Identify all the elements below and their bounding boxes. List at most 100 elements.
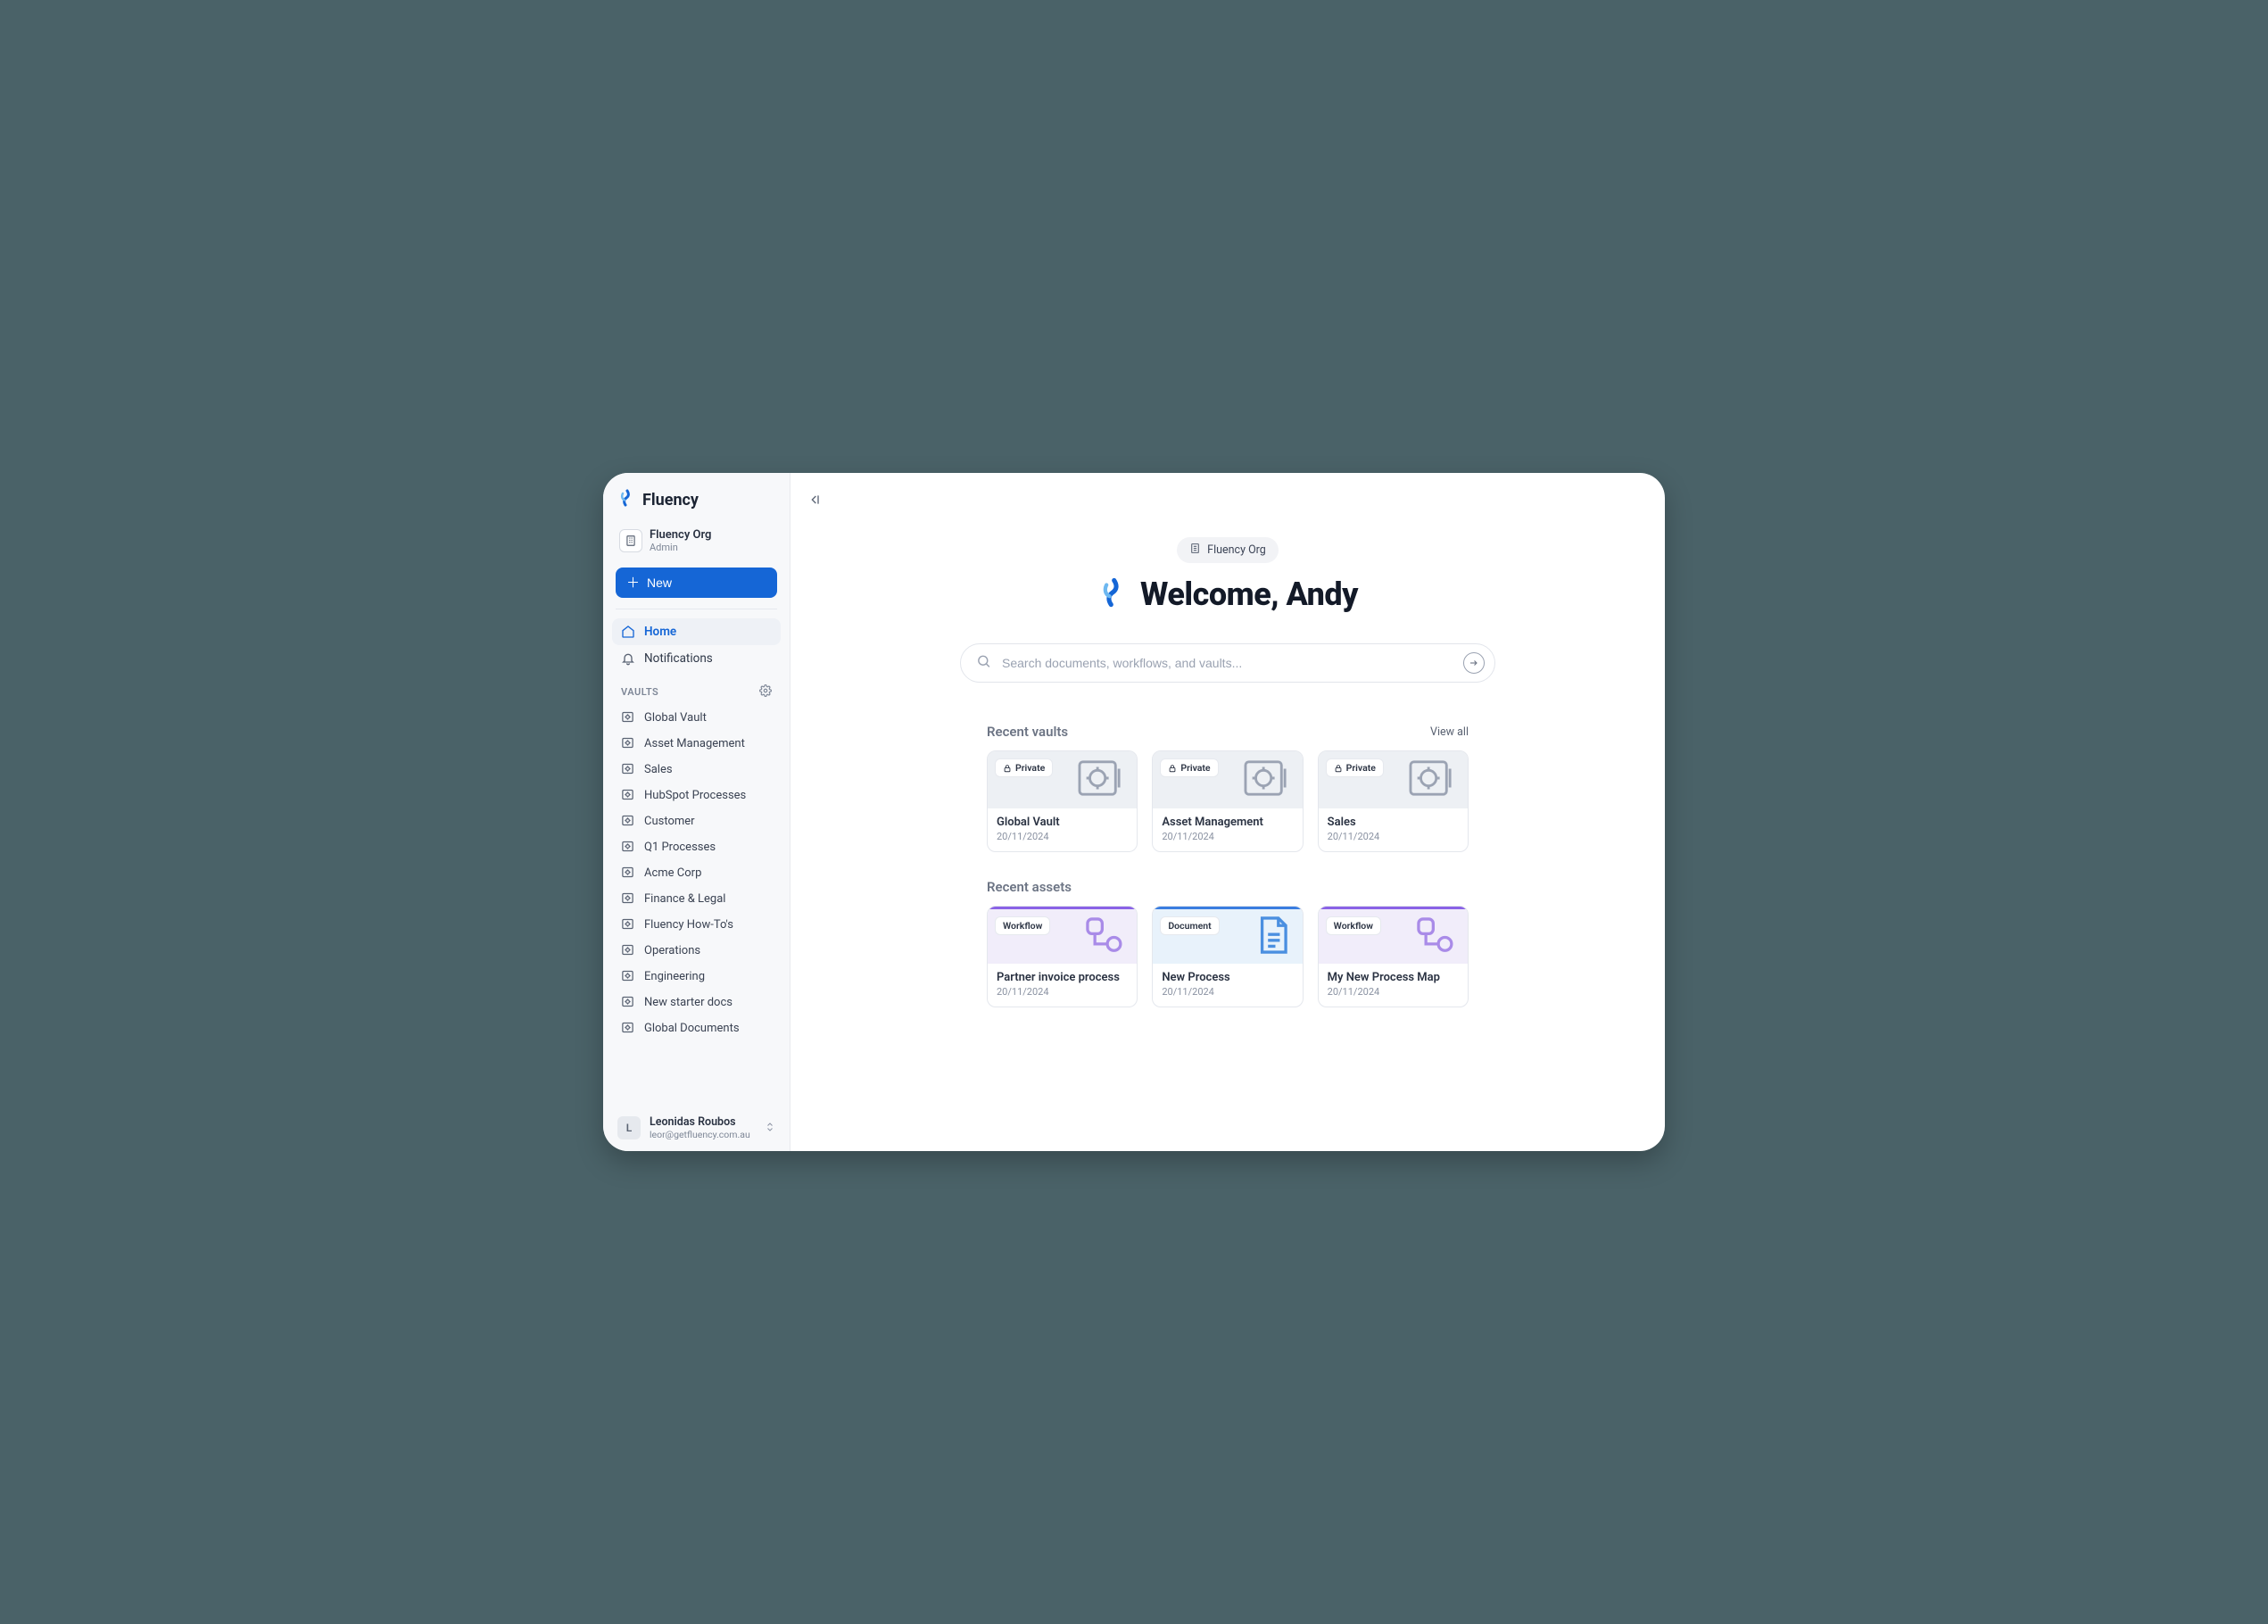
document-art-icon	[1254, 914, 1292, 960]
card-date: 20/11/2024	[1328, 831, 1459, 842]
avatar: L	[617, 1116, 641, 1139]
workflow-card[interactable]: Workflow My New Process Map 20/11/2024	[1318, 906, 1469, 1007]
recent-vaults-title: Recent vaults	[987, 724, 1068, 740]
sidebar: Fluency Fluency Org Admin ＋ New	[603, 473, 790, 1151]
app-frame: Fluency Fluency Org Admin ＋ New	[603, 473, 1665, 1151]
brand: Fluency	[612, 489, 781, 523]
card-title: New Process	[1162, 971, 1293, 984]
vault-card[interactable]: PrivateGlobal Vault20/11/2024	[987, 750, 1138, 852]
sidebar-vault-item[interactable]: New starter docs	[612, 990, 781, 1015]
main-content: Fluency Org Welcome, Andy	[790, 473, 1665, 1151]
vault-item-label: Finance & Legal	[644, 892, 725, 906]
vault-art-icon	[1405, 757, 1457, 803]
recent-assets-title: Recent assets	[987, 879, 1072, 895]
vault-icon	[621, 1021, 635, 1035]
vault-icon	[621, 866, 635, 880]
card-date: 20/11/2024	[1328, 986, 1459, 998]
vault-card[interactable]: Private Sales 20/11/2024	[1318, 750, 1469, 852]
card-date: 20/11/2024	[997, 986, 1128, 998]
user-menu[interactable]: L Leonidas Roubos leor@getfluency.com.au	[612, 1108, 781, 1140]
vault-icon	[621, 917, 635, 932]
vault-item-label: Global Vault	[644, 711, 707, 725]
fluency-logo-icon	[617, 489, 635, 510]
vault-art-icon	[1240, 757, 1292, 803]
workflow-art-icon	[1412, 915, 1457, 959]
sidebar-vault-item[interactable]: Sales	[612, 757, 781, 782]
vault-card[interactable]: PrivateAsset Management20/11/2024	[1152, 750, 1303, 852]
sidebar-vault-item[interactable]: Q1 Processes	[612, 834, 781, 859]
workflow-card[interactable]: Workflow Partner invoice process 20/11/202…	[987, 906, 1138, 1007]
type-badge: Workflow	[995, 916, 1050, 935]
vault-icon	[621, 969, 635, 983]
bell-icon	[621, 651, 635, 666]
building-icon	[1189, 543, 1201, 558]
search-input[interactable]	[960, 643, 1495, 683]
sidebar-vault-item[interactable]: Global Documents	[612, 1015, 781, 1040]
building-icon	[619, 529, 642, 552]
sidebar-vault-item[interactable]: Fluency How-To's	[612, 912, 781, 937]
vault-art-icon	[1074, 757, 1126, 803]
plus-icon: ＋	[626, 576, 640, 590]
private-badge: Private	[995, 758, 1053, 777]
user-name: Leonidas Roubos	[650, 1115, 750, 1129]
sidebar-vault-item[interactable]: Customer	[612, 808, 781, 833]
sidebar-vault-item[interactable]: Finance & Legal	[612, 886, 781, 911]
private-badge: Private	[1160, 758, 1218, 777]
vault-item-label: Q1 Processes	[644, 841, 716, 854]
sidebar-vault-item[interactable]: Operations	[612, 938, 781, 963]
user-email: leor@getfluency.com.au	[650, 1129, 750, 1140]
new-button[interactable]: ＋ New	[616, 568, 777, 598]
fluency-logo-icon	[1097, 577, 1128, 611]
sidebar-vault-item[interactable]: Acme Corp	[612, 860, 781, 885]
view-all-link[interactable]: View all	[1430, 725, 1469, 739]
org-pill[interactable]: Fluency Org	[1177, 537, 1279, 563]
type-badge: Document	[1160, 916, 1219, 935]
vault-icon	[621, 814, 635, 828]
vault-item-label: Customer	[644, 815, 695, 828]
welcome-heading: Welcome, Andy	[1140, 576, 1358, 613]
nav-home-label: Home	[644, 625, 676, 639]
card-date: 20/11/2024	[1162, 986, 1293, 998]
card-title: Partner invoice process	[997, 971, 1128, 984]
vault-icon	[621, 762, 635, 776]
private-badge: Private	[1326, 758, 1384, 777]
hero: Fluency Org Welcome, Andy	[817, 537, 1638, 683]
recent-vaults-row: PrivateGlobal Vault20/11/2024PrivateAsse…	[987, 750, 1469, 852]
vault-icon	[621, 995, 635, 1009]
vault-icon	[621, 840, 635, 854]
vault-item-label: Acme Corp	[644, 866, 701, 880]
org-pill-label: Fluency Org	[1207, 543, 1266, 557]
nav-home[interactable]: Home	[612, 618, 781, 645]
sidebar-vault-item[interactable]: Global Vault	[612, 705, 781, 730]
sidebar-vault-item[interactable]: Asset Management	[612, 731, 781, 756]
vault-icon	[621, 891, 635, 906]
sidebar-vault-item[interactable]: Engineering	[612, 964, 781, 989]
vault-icon	[621, 736, 635, 750]
nav-notifications-label: Notifications	[644, 651, 713, 666]
sidebar-vault-item[interactable]: HubSpot Processes	[612, 783, 781, 808]
recent-assets-row: Workflow Partner invoice process 20/11/202…	[987, 906, 1469, 1007]
workflow-art-icon	[1081, 915, 1126, 959]
card-title: Asset Management	[1162, 816, 1293, 829]
card-date: 20/11/2024	[997, 831, 1128, 842]
vaults-section-header: VAULTS	[612, 672, 781, 705]
vault-icon	[621, 710, 635, 725]
collapse-sidebar-icon[interactable]	[808, 493, 824, 510]
org-switcher[interactable]: Fluency Org Admin	[612, 523, 781, 559]
content-area: Recent vaults View all PrivateGlobal Vau…	[987, 724, 1469, 1034]
vault-item-label: Asset Management	[644, 737, 745, 750]
nav-notifications[interactable]: Notifications	[612, 645, 781, 672]
search-submit-button[interactable]	[1463, 652, 1485, 674]
card-title: My New Process Map	[1328, 971, 1459, 984]
vault-icon	[621, 943, 635, 957]
document-card[interactable]: Document New Process 20/11/2024	[1152, 906, 1303, 1007]
gear-icon[interactable]	[759, 684, 772, 700]
search	[960, 643, 1495, 683]
home-icon	[621, 625, 635, 639]
brand-name: Fluency	[642, 491, 699, 510]
type-badge: Workflow	[1326, 916, 1381, 935]
card-title: Sales	[1328, 816, 1459, 829]
vault-item-label: Sales	[644, 763, 673, 776]
vault-item-label: HubSpot Processes	[644, 789, 746, 802]
vaults-section-label: VAULTS	[621, 686, 658, 698]
